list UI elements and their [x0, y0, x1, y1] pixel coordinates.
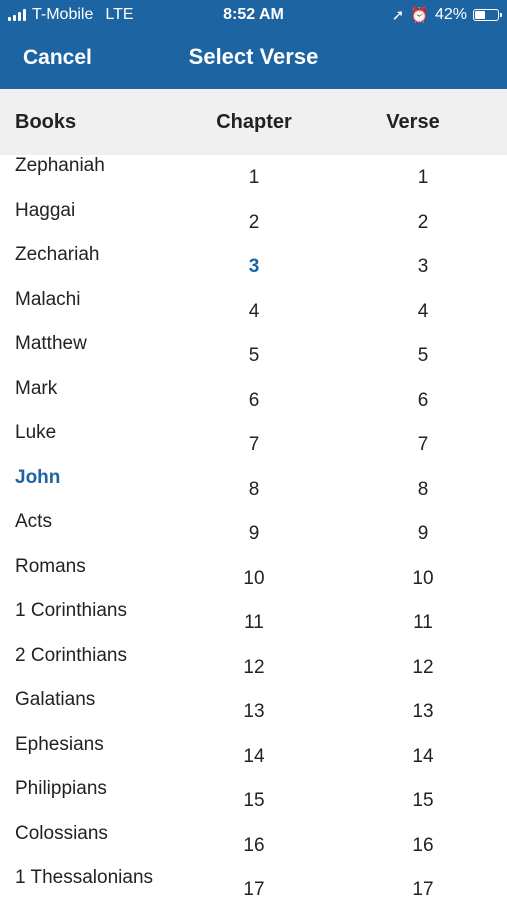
- book-item[interactable]: 2 Corinthians: [15, 645, 127, 667]
- verse-item[interactable]: 5: [383, 345, 463, 367]
- verse-item[interactable]: 7: [383, 434, 463, 456]
- verse-column-header: Verse: [386, 111, 440, 133]
- book-item[interactable]: Zechariah: [15, 244, 100, 266]
- book-item[interactable]: John: [15, 467, 60, 489]
- chapter-item[interactable]: 8: [214, 479, 294, 501]
- verse-item[interactable]: 12: [383, 657, 463, 679]
- battery-percent: 42%: [434, 6, 467, 23]
- verse-item[interactable]: 3: [383, 256, 463, 278]
- location-arrow-icon: ➚: [391, 7, 405, 24]
- chapter-item[interactable]: 1: [214, 167, 294, 189]
- verse-item[interactable]: 1: [383, 167, 463, 189]
- book-item[interactable]: 1 Thessalonians: [15, 867, 153, 889]
- book-item[interactable]: Philippians: [15, 778, 107, 800]
- chapter-item[interactable]: 5: [214, 345, 294, 367]
- chapter-item[interactable]: 15: [214, 790, 294, 812]
- chapter-item[interactable]: 17: [214, 879, 294, 901]
- verse-item[interactable]: 10: [383, 568, 463, 590]
- status-bar: T-Mobile LTE 8:52 AM ➚ ⏰ 42%: [0, 0, 507, 30]
- books-column-header: Books: [15, 111, 77, 133]
- chapter-item[interactable]: 9: [214, 523, 294, 545]
- verse-item[interactable]: 9: [383, 523, 463, 545]
- verse-item[interactable]: 11: [383, 612, 463, 634]
- verse-item[interactable]: 2: [383, 212, 463, 234]
- chapter-item[interactable]: 11: [214, 612, 294, 634]
- page-title: Select Verse: [188, 44, 319, 69]
- chapter-item[interactable]: 4: [214, 301, 294, 323]
- chapter-item[interactable]: 13: [214, 701, 294, 723]
- chapter-item[interactable]: 2: [214, 212, 294, 234]
- status-right: ➚ ⏰ 42%: [391, 6, 502, 24]
- chapter-column-header: Chapter: [216, 111, 292, 133]
- chapter-item[interactable]: 6: [214, 390, 294, 412]
- verse-item[interactable]: 17: [383, 879, 463, 901]
- verse-item[interactable]: 16: [383, 835, 463, 857]
- book-item[interactable]: Haggai: [15, 200, 75, 222]
- book-item[interactable]: Galatians: [15, 689, 95, 711]
- book-item[interactable]: Mark: [15, 378, 57, 400]
- chapter-item[interactable]: 14: [214, 746, 294, 768]
- battery-icon: [473, 9, 502, 21]
- verse-item[interactable]: 13: [383, 701, 463, 723]
- column-header: Books Chapter Verse: [0, 89, 507, 155]
- chapter-item[interactable]: 3: [214, 256, 294, 278]
- book-item[interactable]: Matthew: [15, 333, 87, 355]
- alarm-clock-icon: ⏰: [410, 7, 429, 24]
- picker-list[interactable]: Zephaniah Haggai Zechariah Malachi Matthew Ma…: [0, 155, 507, 900]
- verse-item[interactable]: 15: [383, 790, 463, 812]
- book-item[interactable]: Luke: [15, 422, 56, 444]
- book-item[interactable]: 1 Corinthians: [15, 600, 127, 622]
- book-item[interactable]: Romans: [15, 556, 86, 578]
- top-bar: T-Mobile LTE 8:52 AM ➚ ⏰ 42% Cancel Sele…: [0, 0, 507, 89]
- verse-item[interactable]: 8: [383, 479, 463, 501]
- book-item[interactable]: Malachi: [15, 289, 80, 311]
- book-item[interactable]: Colossians: [15, 823, 108, 845]
- book-item[interactable]: Ephesians: [15, 734, 104, 756]
- chapter-item[interactable]: 10: [214, 568, 294, 590]
- book-item[interactable]: Zephaniah: [15, 155, 105, 177]
- chapter-item[interactable]: 7: [214, 434, 294, 456]
- book-item[interactable]: Acts: [15, 511, 52, 533]
- chapter-item[interactable]: 16: [214, 835, 294, 857]
- verse-item[interactable]: 4: [383, 301, 463, 323]
- verse-item[interactable]: 6: [383, 390, 463, 412]
- chapter-item[interactable]: 12: [214, 657, 294, 679]
- verse-item[interactable]: 14: [383, 746, 463, 768]
